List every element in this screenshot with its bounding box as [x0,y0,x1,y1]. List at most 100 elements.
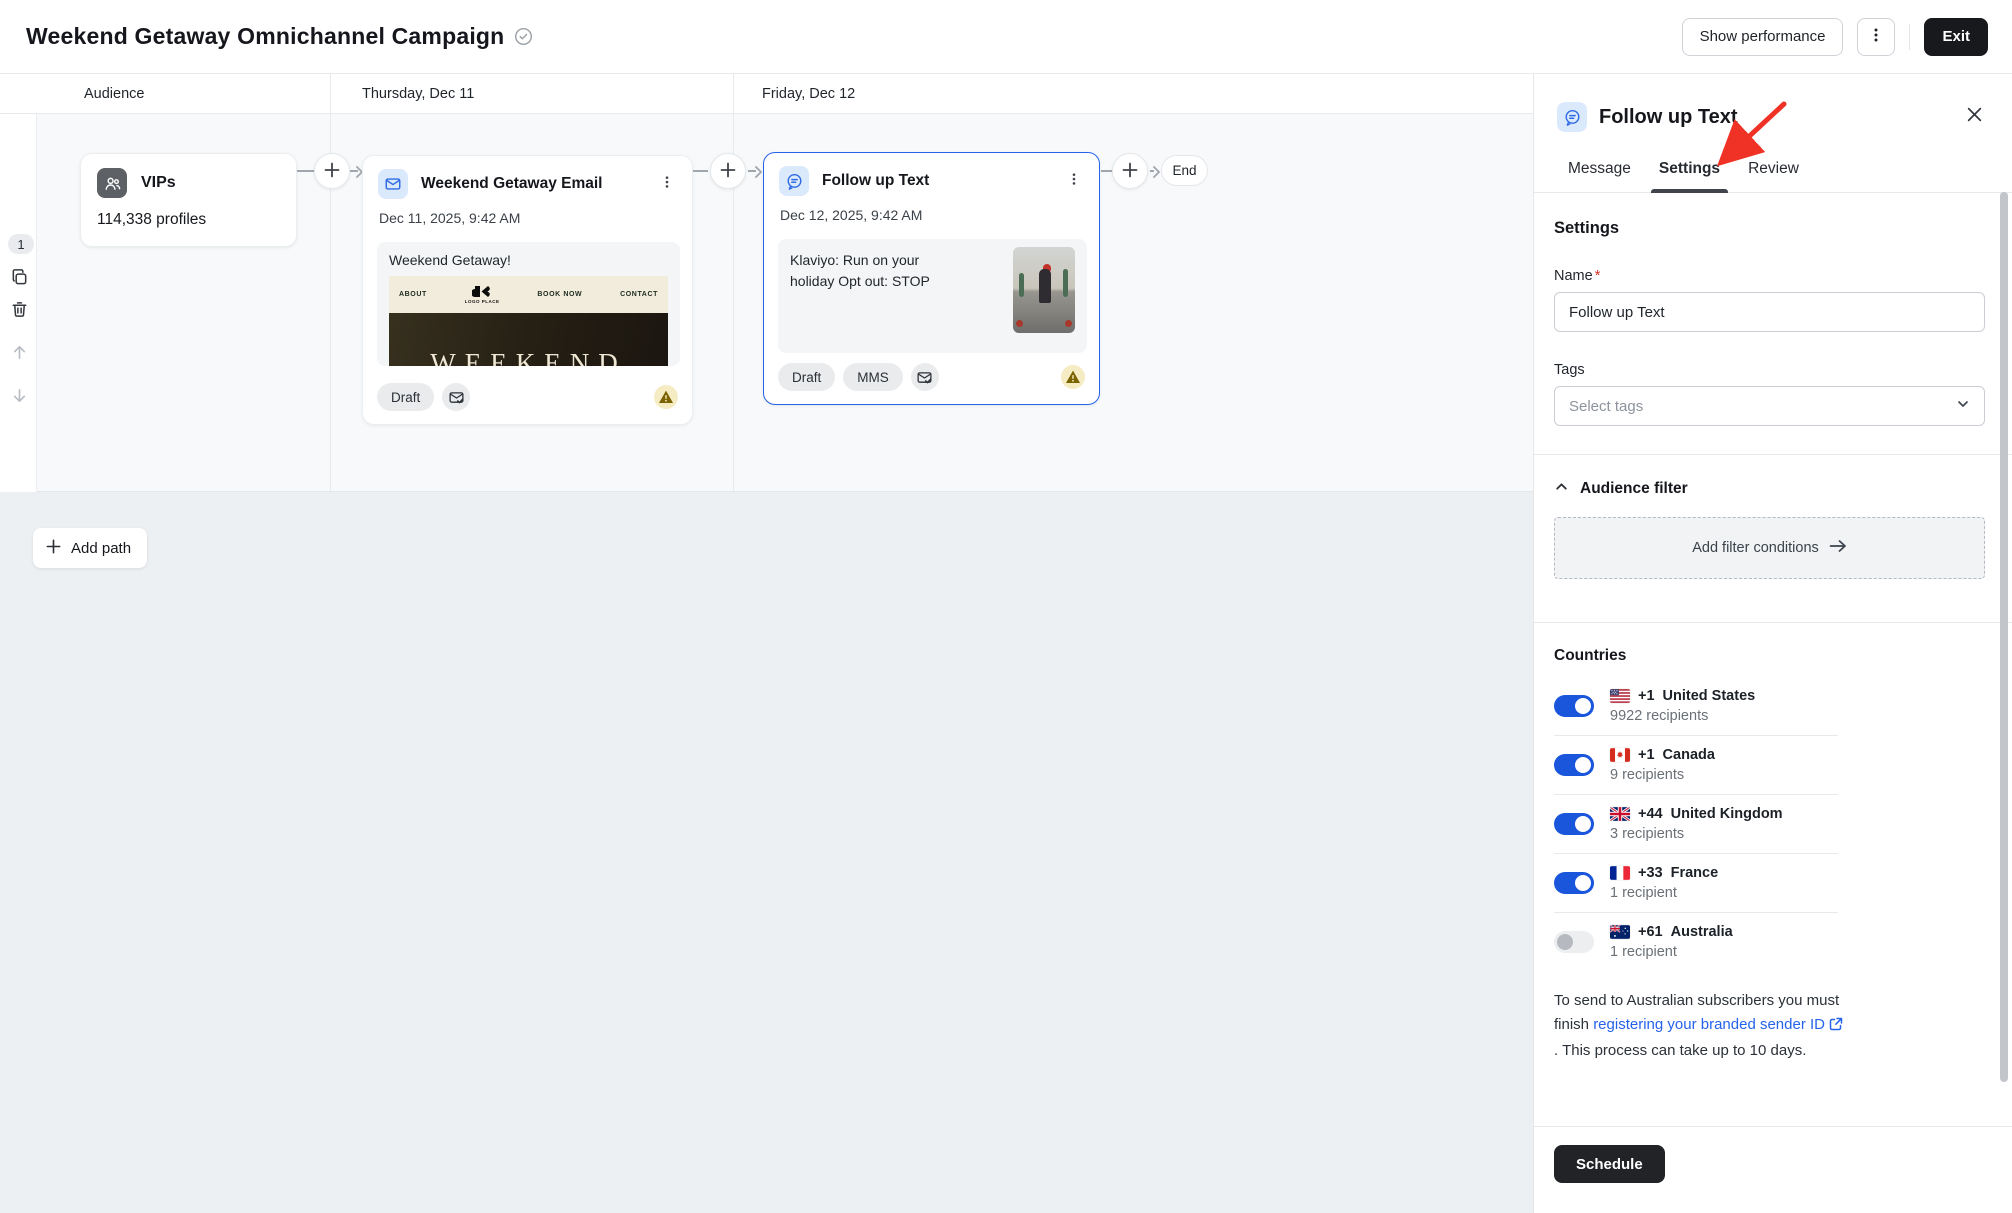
country-toggle-canada[interactable] [1554,754,1594,776]
add-filter-conditions-button[interactable]: Add filter conditions [1554,517,1985,579]
column-header-thursday: Thursday, Dec 11 [362,74,474,114]
plus-icon [1121,161,1139,182]
france-flag-icon [1610,866,1630,880]
email-card-menu-button[interactable] [654,171,680,197]
country-list: +1 United States 9922 recipients +1 [1554,677,1838,971]
uk-flag-icon [1610,807,1630,821]
page-title: Weekend Getaway Omnichannel Campaign [26,23,504,50]
country-code: +44 [1638,806,1663,822]
audience-people-icon [97,168,127,198]
email-nav-contact: CONTACT [620,291,658,298]
close-panel-button[interactable] [1960,103,1988,131]
kebab-icon [1868,27,1884,46]
country-code: +61 [1638,924,1663,940]
schedule-button[interactable]: Schedule [1554,1145,1665,1183]
add-step-button[interactable] [710,153,746,189]
sms-message-card[interactable]: Follow up Text Dec 12, 2025, 9:42 AM Kla… [763,152,1100,405]
section-divider [1534,454,2012,455]
connector-arrow-icon [1153,165,1160,183]
end-node[interactable]: End [1161,155,1208,186]
country-toggle-united-states[interactable] [1554,695,1594,717]
sms-preview: Klaviyo: Run on your holiday Opt out: ST… [778,239,1087,353]
audience-filter-toggle[interactable]: Audience filter [1554,479,1985,499]
exit-button[interactable]: Exit [1924,18,1988,56]
country-recipients: 3 recipients [1610,826,1783,842]
branded-sender-id-link[interactable]: registering your branded sender ID [1593,1016,1825,1033]
add-path-button[interactable]: Add path [33,528,147,568]
warning-icon [1061,365,1085,389]
country-toggle-australia[interactable] [1554,931,1594,953]
status-badge: Draft [778,363,835,391]
audience-profile-count: 114,338 profiles [97,211,280,229]
move-path-down-button[interactable] [6,386,32,410]
audience-name: VIPs [141,174,176,192]
email-delivery-icon [442,383,470,411]
tags-select[interactable]: Select tags [1554,386,1985,426]
copy-icon [10,268,29,292]
move-path-up-button[interactable] [6,343,32,367]
tags-field-label: Tags [1554,362,1985,378]
plus-icon [45,538,62,559]
column-header-friday: Friday, Dec 12 [762,74,855,114]
connector-arrow-icon [755,165,762,183]
plus-icon [719,161,737,182]
country-recipients: 9 recipients [1610,767,1715,783]
section-divider [1534,622,2012,623]
path-number-badge: 1 [8,234,34,254]
us-flag-icon [1610,689,1630,703]
email-message-card[interactable]: Weekend Getaway Email Dec 11, 2025, 9:42… [362,155,693,425]
path-tool-rail: 1 [0,114,37,492]
email-preview: Weekend Getaway! ABOUT LOGO PLACE BOOK N… [377,242,680,366]
mms-image-thumbnail [1013,247,1075,333]
show-performance-button[interactable]: Show performance [1682,18,1844,56]
country-toggle-france[interactable] [1554,872,1594,894]
chat-bubble-icon [779,166,809,196]
name-input[interactable] [1554,292,1985,332]
australia-sender-note: To send to Australian subscribers you mu… [1554,989,1844,1063]
country-name: United States [1663,688,1756,704]
topbar-actions: Show performance Exit [1682,18,1988,56]
arrow-right-icon [1829,539,1847,558]
more-options-button[interactable] [1857,18,1895,56]
column-divider [733,74,734,114]
country-code: +33 [1638,865,1663,881]
country-recipients: 9922 recipients [1610,708,1755,724]
country-row-australia: +61 Australia 1 recipient [1554,913,1838,971]
countries-section-title: Countries [1554,647,1985,665]
campaign-canvas: Audience Thursday, Dec 11 Friday, Dec 12… [0,74,1533,1213]
add-step-button[interactable] [314,153,350,189]
warning-icon [654,385,678,409]
campaign-builder-screen: Weekend Getaway Omnichannel Campaign Sho… [0,0,2012,1213]
australia-flag-icon [1610,925,1630,939]
kebab-icon [1067,172,1081,191]
email-logo: LOGO PLACE [465,285,500,304]
email-card-title: Weekend Getaway Email [421,175,603,193]
sms-card-menu-button[interactable] [1061,168,1087,194]
country-name: United Kingdom [1671,806,1783,822]
tab-message[interactable]: Message [1568,160,1631,192]
add-step-button[interactable] [1112,153,1148,189]
message-settings-panel: Follow up Text Message Settings Review S… [1533,74,2012,1213]
sms-message-text: Klaviyo: Run on your holiday Opt out: ST… [778,239,953,292]
panel-tabs: Message Settings Review [1534,160,2012,193]
tab-settings[interactable]: Settings [1659,160,1720,192]
tab-review[interactable]: Review [1748,160,1799,192]
country-row-united-states: +1 United States 9922 recipients [1554,677,1838,736]
email-subject: Weekend Getaway! [377,242,680,276]
country-name: France [1671,865,1719,881]
delete-path-button[interactable] [6,300,32,324]
connector-line [693,170,708,172]
top-bar: Weekend Getaway Omnichannel Campaign Sho… [0,0,2012,74]
external-link-icon [1829,1015,1843,1039]
chevron-down-icon [1956,397,1970,416]
trash-icon [10,300,29,324]
audience-card[interactable]: VIPs 114,338 profiles [80,153,297,247]
country-toggle-united-kingdom[interactable] [1554,813,1594,835]
duplicate-path-button[interactable] [6,268,32,292]
column-header-audience: Audience [84,74,144,114]
canada-flag-icon [1610,748,1630,762]
logo-mark-icon [472,285,492,298]
required-asterisk: * [1595,268,1601,284]
settings-section-title: Settings [1554,219,1985,238]
scrollbar-thumb[interactable] [2000,192,2008,1082]
